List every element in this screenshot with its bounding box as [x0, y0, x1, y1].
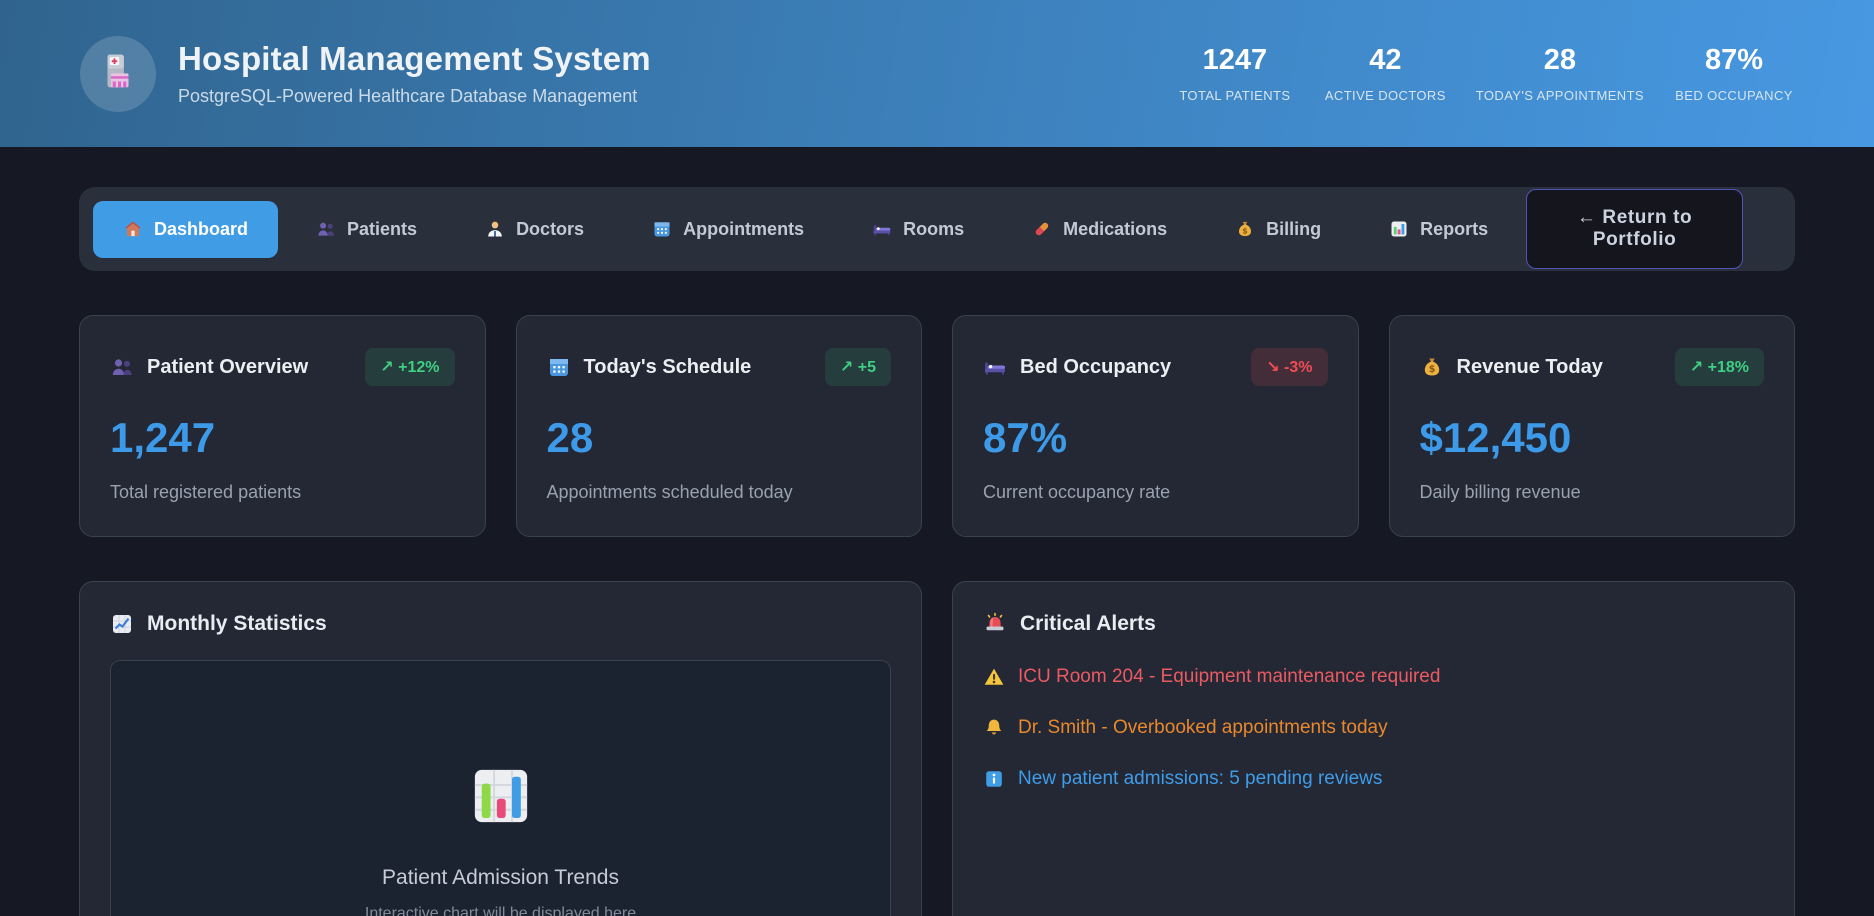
tab-label: Rooms — [903, 219, 964, 240]
app-logo — [80, 36, 156, 112]
bar-chart-icon — [468, 763, 534, 829]
stat-value: 42 — [1369, 44, 1401, 77]
tab-appointments[interactable]: Appointments — [622, 201, 834, 258]
card-title: Today's Schedule — [584, 356, 752, 379]
siren-icon — [983, 612, 1007, 636]
trend-badge: ↗ +5 — [825, 348, 891, 386]
alert-item-info: New patient admissions: 5 pending review… — [983, 758, 1764, 800]
bottom-panels-row: Monthly Statistics Patient Adm — [79, 581, 1795, 916]
card-value: $12,450 — [1420, 414, 1765, 462]
trend-badge: ↘ -3% — [1251, 348, 1327, 386]
panel-title: Monthly Statistics — [147, 612, 327, 636]
people-icon — [110, 355, 134, 379]
tab-label: Dashboard — [154, 219, 248, 240]
panel-title: Critical Alerts — [1020, 612, 1156, 636]
placeholder-subtitle: Interactive chart will be displayed here — [111, 905, 890, 916]
chart-placeholder: Patient Admission Trends Interactive cha… — [110, 660, 891, 916]
card-subtitle: Current occupancy rate — [983, 482, 1328, 503]
tab-reports[interactable]: Reports — [1359, 201, 1518, 258]
tab-billing[interactable]: $ Billing — [1205, 201, 1351, 258]
tab-rooms[interactable]: Rooms — [842, 201, 994, 258]
house-icon — [123, 219, 143, 239]
stat-label: TODAY'S APPOINTMENTS — [1476, 88, 1644, 103]
doctor-icon — [485, 219, 505, 239]
tab-label: Reports — [1420, 219, 1488, 240]
card-title: Patient Overview — [147, 356, 308, 379]
bell-icon — [983, 717, 1005, 739]
card-title: Bed Occupancy — [1020, 356, 1171, 379]
money-bag-icon: $ — [1420, 355, 1444, 379]
info-icon — [983, 768, 1005, 790]
alert-list: ICU Room 204 - Equipment maintenance req… — [983, 656, 1764, 800]
chart-increasing-icon — [110, 612, 134, 636]
tab-label: Medications — [1063, 219, 1167, 240]
pill-icon — [1032, 219, 1052, 239]
tab-medications[interactable]: Medications — [1002, 201, 1197, 258]
svg-text:$: $ — [1428, 364, 1435, 375]
card-bed-occupancy: Bed Occupancy ↘ -3% 87% Current occupanc… — [952, 315, 1359, 537]
header-stat-active-doctors: 42 ACTIVE DOCTORS — [1325, 44, 1446, 103]
card-subtitle: Daily billing revenue — [1420, 482, 1765, 503]
stat-cards-row: Patient Overview ↗ +12% 1,247 Total regi… — [79, 315, 1795, 537]
card-title: Revenue Today — [1457, 356, 1603, 379]
svg-text:$: $ — [1242, 226, 1248, 235]
tab-doctors[interactable]: Doctors — [455, 201, 614, 258]
stat-label: ACTIVE DOCTORS — [1325, 88, 1446, 103]
card-subtitle: Appointments scheduled today — [547, 482, 892, 503]
app-header: Hospital Management System PostgreSQL-Po… — [0, 0, 1874, 147]
tab-dashboard[interactable]: Dashboard — [93, 201, 278, 258]
trend-badge: ↗ +18% — [1675, 348, 1764, 386]
card-todays-schedule: Today's Schedule ↗ +5 28 Appointments sc… — [516, 315, 923, 537]
warning-icon — [983, 666, 1005, 688]
stat-value: 1247 — [1203, 44, 1268, 77]
stat-label: BED OCCUPANCY — [1675, 88, 1793, 103]
stat-value: 87% — [1705, 44, 1763, 77]
alert-text: New patient admissions: 5 pending review… — [1018, 768, 1382, 790]
main-navigation: Dashboard Patients — [79, 187, 1795, 271]
card-value: 87% — [983, 414, 1328, 462]
calendar-icon — [547, 355, 571, 379]
calendar-icon — [652, 219, 672, 239]
stat-value: 28 — [1544, 44, 1576, 77]
alert-text: Dr. Smith - Overbooked appointments toda… — [1018, 717, 1388, 739]
tab-label: Doctors — [516, 219, 584, 240]
critical-alerts-panel: Critical Alerts ICU Room 204 - Equipment… — [952, 581, 1795, 916]
money-bag-icon: $ — [1235, 219, 1255, 239]
header-stat-bed-occupancy: 87% BED OCCUPANCY — [1674, 44, 1794, 103]
placeholder-title: Patient Admission Trends — [111, 866, 890, 890]
card-value: 1,247 — [110, 414, 455, 462]
tab-label: Billing — [1266, 219, 1321, 240]
card-value: 28 — [547, 414, 892, 462]
return-to-portfolio-button[interactable]: ← Return to Portfolio — [1526, 189, 1743, 269]
header-stat-todays-appointments: 28 TODAY'S APPOINTMENTS — [1476, 44, 1644, 103]
bed-icon — [983, 355, 1007, 379]
trend-badge: ↗ +12% — [365, 348, 454, 386]
hospital-building-icon — [97, 50, 139, 97]
tab-label: Patients — [347, 219, 417, 240]
tab-patients[interactable]: Patients — [286, 201, 447, 258]
card-revenue-today: $ Revenue Today ↗ +18% $12,450 Daily bil… — [1389, 315, 1796, 537]
header-stats: 1247 TOTAL PATIENTS 42 ACTIVE DOCTORS 28… — [1175, 44, 1794, 103]
page-subtitle: PostgreSQL-Powered Healthcare Database M… — [178, 86, 651, 107]
stat-label: TOTAL PATIENTS — [1179, 88, 1290, 103]
card-subtitle: Total registered patients — [110, 482, 455, 503]
bed-icon — [872, 219, 892, 239]
bar-chart-icon — [1389, 219, 1409, 239]
page-title: Hospital Management System — [178, 40, 651, 78]
alert-item-warning: Dr. Smith - Overbooked appointments toda… — [983, 707, 1764, 749]
alert-item-critical: ICU Room 204 - Equipment maintenance req… — [983, 656, 1764, 698]
tab-label: Appointments — [683, 219, 804, 240]
alert-text: ICU Room 204 - Equipment maintenance req… — [1018, 666, 1440, 688]
card-patient-overview: Patient Overview ↗ +12% 1,247 Total regi… — [79, 315, 486, 537]
monthly-statistics-panel: Monthly Statistics Patient Adm — [79, 581, 922, 916]
header-stat-total-patients: 1247 TOTAL PATIENTS — [1175, 44, 1295, 103]
people-icon — [316, 219, 336, 239]
